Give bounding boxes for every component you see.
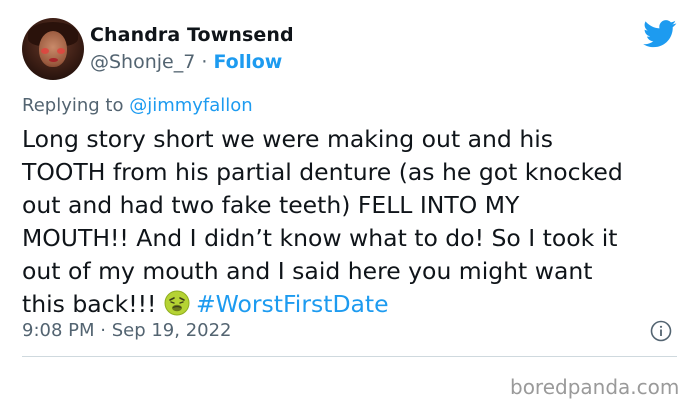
user-handle[interactable]: @Shonje_7: [90, 51, 195, 73]
twitter-bird-icon[interactable]: [643, 20, 677, 48]
info-icon[interactable]: [650, 320, 672, 342]
tweet-card: Chandra Townsend @Shonje_7 · Follow Repl…: [0, 0, 700, 410]
replying-to: Replying to @jimmyfallon: [22, 95, 253, 116]
divider: [22, 356, 677, 357]
tweet-timestamp[interactable]: 9:08 PM · Sep 19, 2022: [22, 320, 232, 341]
reply-mention-link[interactable]: @jimmyfallon: [129, 95, 253, 116]
separator: ·: [195, 51, 214, 73]
hashtag-link[interactable]: #WorstFirstDate: [196, 290, 389, 318]
user-name[interactable]: Chandra Townsend: [90, 24, 294, 46]
replying-prefix: Replying to: [22, 95, 130, 116]
follow-button[interactable]: Follow: [213, 51, 282, 73]
avatar[interactable]: [22, 18, 84, 80]
tweet-body: Long story short we were making out and …: [22, 123, 682, 321]
handle-row: @Shonje_7 · Follow: [90, 51, 282, 73]
nauseated-face-emoji-icon: [164, 290, 190, 316]
watermark: boredpanda.com: [510, 375, 680, 399]
